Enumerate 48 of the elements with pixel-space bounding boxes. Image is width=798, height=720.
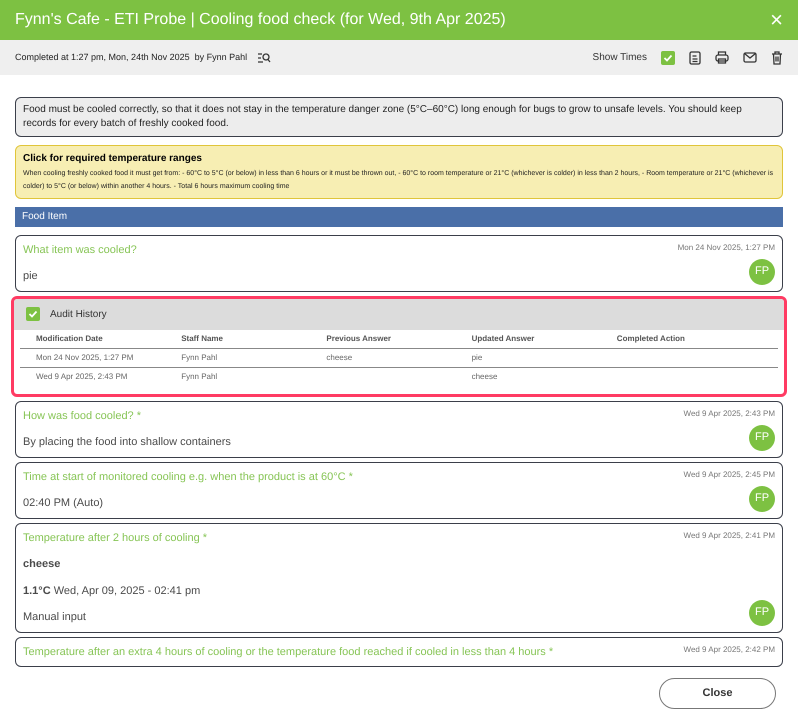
avatar: FP [749, 600, 775, 626]
column-header: Staff Name [181, 332, 224, 344]
column-header: Previous Answer [326, 332, 392, 344]
question-label: Temperature after 2 hours of cooling * [23, 530, 208, 546]
column-header: Completed Action [616, 332, 686, 344]
table-cell: cheese [326, 352, 352, 362]
timestamp: Wed 9 Apr 2025, 2:43 PM [684, 408, 775, 420]
show-times-label: Show Times [592, 51, 647, 65]
table-cell: Mon 24 Nov 2025, 1:27 PM [36, 352, 134, 362]
question-label: Temperature after an extra 4 hours of cooling or the temperature food reached if cooled in less than 4 hours * [23, 644, 554, 660]
mail-icon[interactable] [743, 52, 757, 63]
trash-icon[interactable] [771, 50, 783, 64]
question-label: What item was cooled? [23, 242, 137, 258]
completed-text: Completed at 1:27 pm, Mon, 24th Nov 2025 by Fynn Pahl [15, 50, 248, 64]
info-box: Food must be cooled correctly, so that it does not stay in the temperature danger zone (5°C–60°C) long enough for bugs to grow to unsafe levels. You should keep records for every batch of freshly cooked food. [15, 97, 783, 137]
column-header: Modification Date [36, 332, 104, 344]
table-cell: Wed 9 Apr 2025, 2:43 PM [36, 372, 128, 380]
table-cell: Fynn Pahl [181, 372, 218, 380]
answer-text: pie [23, 269, 39, 284]
answer-text: 02:40 PM (Auto) [23, 496, 104, 511]
question-label: Time at start of monitored cooling e.g. when the product is at 60°C * [23, 470, 353, 484]
print-icon[interactable] [715, 51, 729, 64]
question-label: How was food cooled? * [23, 408, 142, 424]
section-header: Food Item [15, 207, 783, 226]
timestamp: Mon 24 Nov 2025, 1:27 PM [678, 242, 775, 254]
document-icon[interactable] [689, 50, 701, 64]
answer-text: By placing the food into shallow containers [23, 435, 231, 450]
close-button[interactable]: Close [659, 678, 776, 709]
temperature-ranges-box[interactable] [15, 145, 783, 199]
table-cell: pie [472, 352, 482, 362]
window-title: Fynn's Cafe - ETI Probe | Cooling food check (for Wed, 9th Apr 2025) [15, 10, 506, 30]
checkbox[interactable] [661, 50, 675, 64]
audit-title: Audit History [50, 308, 107, 322]
timestamp: Wed 9 Apr 2025, 2:45 PM [684, 468, 775, 480]
column-header: Updated Answer [472, 332, 536, 344]
avatar: FP [749, 486, 775, 512]
search-list-icon[interactable] [257, 52, 272, 64]
avatar: FP [749, 424, 775, 450]
ranges-title: Click for required temperature ranges [23, 152, 203, 166]
timestamp: Wed 9 Apr 2025, 2:41 PM [684, 530, 775, 542]
answer-text: 1.1°C Wed, Apr 09, 2025 - 02:41 pm [23, 584, 202, 598]
table-cell: cheese [472, 372, 498, 380]
table-cell: Fynn Pahl [181, 352, 218, 362]
answer-text: Manual input [23, 610, 87, 625]
avatar: FP [749, 258, 775, 284]
answer-text: cheese [23, 557, 62, 572]
timestamp: Wed 9 Apr 2025, 2:42 PM [684, 644, 775, 656]
checkbox[interactable] [26, 307, 40, 321]
